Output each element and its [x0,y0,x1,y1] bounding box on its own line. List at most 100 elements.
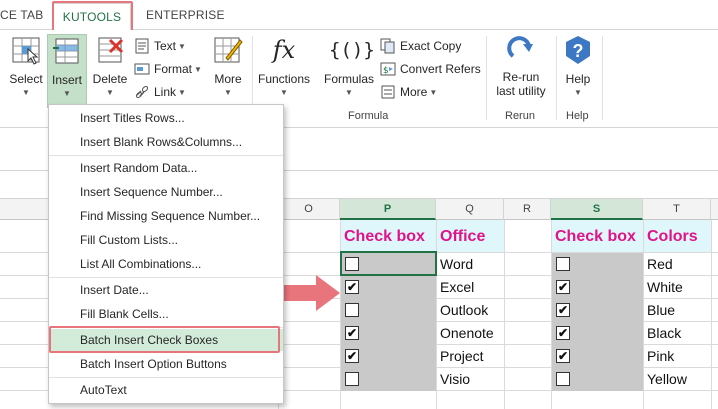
menu-item-batch-insert-option-buttons[interactable]: Batch Insert Option Buttons [49,353,283,375]
functions-button[interactable]: fx Functions ▼ [256,34,312,108]
text-icon [135,38,149,54]
menu-item-insert-random-data[interactable]: Insert Random Data... [49,157,283,179]
menu-item-insert-titles-rows[interactable]: Insert Titles Rows... [49,107,283,129]
rerun-button[interactable]: Re-run last utility [490,34,552,108]
column-header-t[interactable]: T [643,199,711,220]
table2-checkbox-cell[interactable]: ✔ [552,276,643,299]
link-icon [135,85,149,99]
link-button[interactable]: Link ▼ [134,82,186,102]
table1-checkbox-cell[interactable] [341,253,436,276]
chevron-down-icon: ▼ [22,88,30,97]
delete-icon [98,37,124,63]
checkbox[interactable]: ✔ [556,303,570,317]
column-header-q[interactable]: Q [436,199,504,220]
checkbox[interactable]: ✔ [345,280,359,294]
chevron-down-icon: ▼ [106,88,114,97]
tab-enterprise[interactable]: ENTERPRISE [146,8,225,22]
menu-item-fill-blank-cells[interactable]: Fill Blank Cells... [49,303,283,325]
menu-item-batch-insert-check-boxes[interactable]: Batch Insert Check Boxes [49,329,283,351]
table1-header-value[interactable]: Office [437,220,504,252]
menu-item-list-all-combinations[interactable]: List All Combinations... [49,253,283,275]
table2-checkbox-cell[interactable] [552,253,643,276]
menu-item-find-missing-sequence-number[interactable]: Find Missing Sequence Number... [49,205,283,227]
table2-value-cell[interactable]: Red [644,253,711,276]
braces-icon: {()} [329,39,375,61]
column-header-p[interactable]: P [340,199,436,220]
checkbox[interactable] [345,303,359,317]
checkbox[interactable] [345,257,359,271]
rerun-icon [507,36,533,58]
checkbox[interactable]: ✔ [345,349,359,363]
table2-checkbox-cell[interactable] [552,368,643,391]
exact-copy-button[interactable]: Exact Copy [380,36,461,56]
menu-item-insert-sequence-number[interactable]: Insert Sequence Number... [49,181,283,203]
insert-dropdown-menu: Insert Titles Rows... Insert Blank Rows&… [48,104,284,404]
select-label: Select [9,72,43,86]
help-icon: ? [566,36,590,64]
formula-more-button[interactable]: More ▼ [380,82,437,102]
formula-more-label: More [400,85,428,99]
menu-item-insert-blank-rows-columns[interactable]: Insert Blank Rows&Columns... [49,131,283,153]
grid-line [504,220,505,409]
menu-separator [49,277,283,278]
format-icon [134,63,150,75]
chevron-down-icon: ▼ [429,87,438,97]
checkbox[interactable]: ✔ [345,326,359,340]
rerun-group-label: Rerun [505,110,535,122]
table2-value-cell[interactable]: Black [644,322,711,345]
rerun-label-1: Re-run [502,70,540,84]
convert-refers-icon: $ [380,62,396,76]
formulas-button[interactable]: {()} Formulas ▼ [322,34,376,108]
tab-kutools[interactable]: KUTOOLS [53,3,131,31]
table2-value-cell[interactable]: Yellow [644,368,711,391]
tab-office-tab[interactable]: CE TAB [0,8,43,22]
checkbox[interactable]: ✔ [556,326,570,340]
table1-value-cell[interactable]: Onenote [437,322,504,345]
column-header-r[interactable]: R [504,199,551,220]
format-button[interactable]: Format ▼ [134,59,202,79]
insert-button[interactable]: Insert ▼ [47,34,87,108]
select-button[interactable]: Select ▼ [6,34,46,108]
table2-checkbox-cell[interactable]: ✔ [552,322,643,345]
chevron-down-icon: ▼ [178,87,186,97]
table1-checkbox-cell[interactable]: ✔ [341,276,436,299]
column-header-o[interactable]: O [278,199,340,220]
table1-value-cell[interactable]: Excel [437,276,504,299]
table1-value-cell[interactable]: Word [437,253,504,276]
formula-group-label: Formula [348,110,389,122]
more-button[interactable]: More ▼ [208,34,248,108]
menu-item-insert-date[interactable]: Insert Date... [49,279,283,301]
checkbox[interactable] [345,372,359,386]
table2-value-cell[interactable]: Pink [644,345,711,368]
functions-label: Functions [257,72,311,86]
table1-checkbox-cell[interactable] [341,299,436,322]
table1-checkbox-cell[interactable]: ✔ [341,322,436,345]
column-header-s[interactable]: S [551,199,643,220]
table1-value-cell[interactable]: Outlook [437,299,504,322]
table2-header-checkbox[interactable]: Check box [552,220,643,252]
menu-item-autotext[interactable]: AutoText [49,379,283,401]
table1-value-cell[interactable]: Project [437,345,504,368]
checkbox[interactable]: ✔ [556,349,570,363]
table1-checkbox-cell[interactable] [341,368,436,391]
convert-refers-button[interactable]: $ Convert Refers [380,59,481,79]
table1-checkbox-cell[interactable]: ✔ [341,345,436,368]
table2-value-cell[interactable]: Blue [644,299,711,322]
table2-checkbox-cell[interactable]: ✔ [552,345,643,368]
checkbox[interactable] [556,372,570,386]
table1-value-cell[interactable]: Visio [437,368,504,391]
table2-checkbox-cell[interactable]: ✔ [552,299,643,322]
chevron-down-icon: ▼ [63,89,71,98]
checkbox[interactable] [556,257,570,271]
help-button[interactable]: ? Help ▼ [560,34,596,108]
table2-value-cell[interactable]: White [644,276,711,299]
text-button[interactable]: Text ▼ [134,36,186,56]
more-label: More [214,72,242,86]
menu-item-fill-custom-lists[interactable]: Fill Custom Lists... [49,229,283,251]
checkbox[interactable]: ✔ [556,280,570,294]
table2-header-value[interactable]: Colors [644,220,711,252]
insert-label: Insert [51,73,82,87]
rerun-label-2: last utility [496,84,546,98]
table1-header-checkbox[interactable]: Check box [341,220,436,252]
delete-button[interactable]: Delete ▼ [90,34,130,108]
